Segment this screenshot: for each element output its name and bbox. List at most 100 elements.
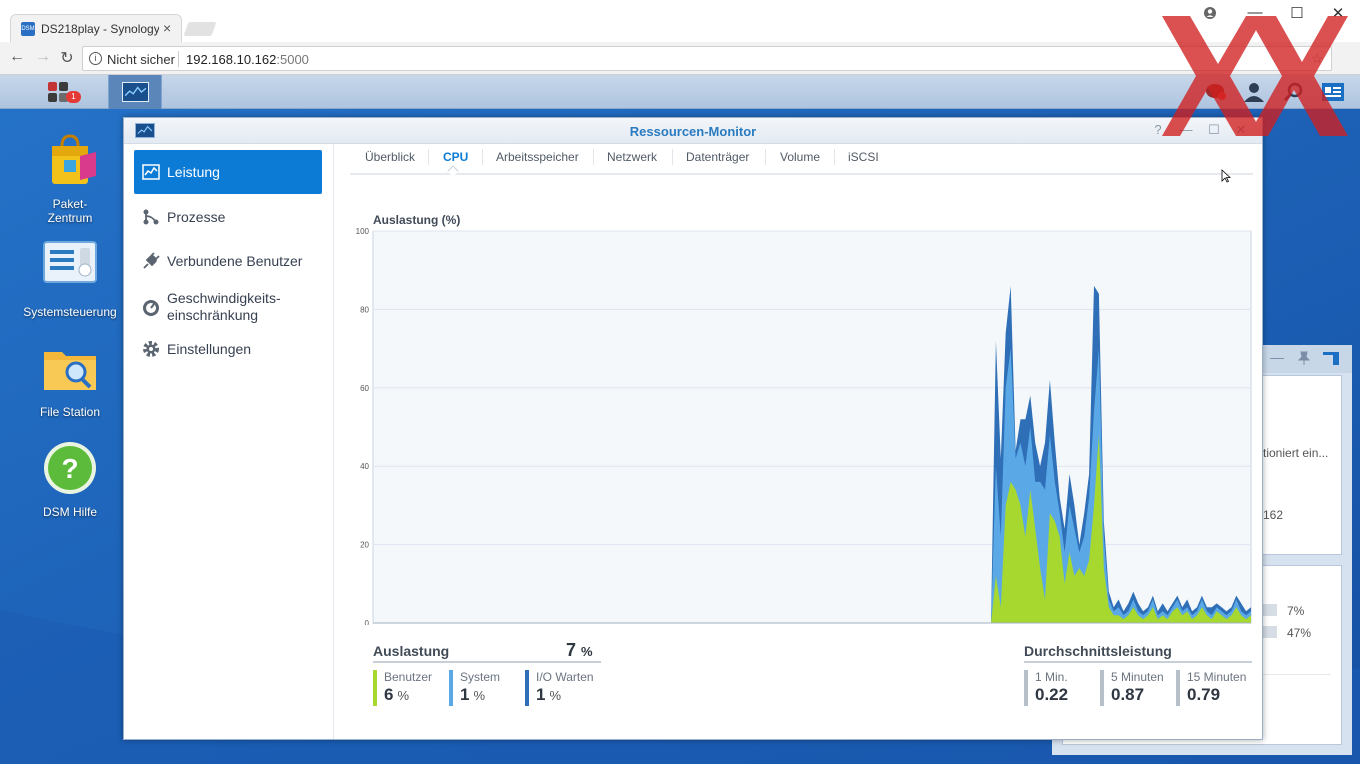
desktop-item-file-station[interactable]: File Station <box>20 340 120 419</box>
plug-icon <box>143 252 160 269</box>
window-titlebar[interactable]: Ressourcen-Monitor ? — ☐ ✕ <box>124 118 1262 144</box>
tab-divider <box>765 149 766 165</box>
forward-arrow-icon[interactable]: → <box>33 48 53 66</box>
load-5min-value: 0.87 <box>1111 685 1145 704</box>
tab-disks[interactable]: Datenträger <box>686 150 749 164</box>
url-port: :5000 <box>276 52 309 67</box>
desktop-label-package-center: Paket- Zentrum <box>47 197 93 225</box>
svg-text:?: ? <box>61 453 78 484</box>
resource-monitor-window: Ressourcen-Monitor ? — ☐ ✕ Leistung Proz… <box>123 117 1263 740</box>
usage-title: Auslastung <box>373 643 450 659</box>
sidebar-label-performance: Leistung <box>167 164 220 180</box>
active-tab-indicator <box>447 165 459 177</box>
chart-y-tick-label: 20 <box>360 541 369 550</box>
load-15min-label: 15 Minuten <box>1187 670 1247 684</box>
tab-bar: Überblick CPU Arbeitsspeicher Netzwerk D… <box>350 144 1253 177</box>
sidebar-item-settings[interactable]: Einstellungen <box>134 327 322 371</box>
tab-iscsi[interactable]: iSCSI <box>848 150 879 164</box>
widget-ram-value: 47% <box>1287 626 1312 640</box>
desktop-label-control-panel: Systemsteuerung <box>23 305 117 319</box>
sidebar-label-settings: Einstellungen <box>167 341 252 357</box>
metric-user-bar <box>373 670 377 706</box>
security-label: Nicht sicher <box>107 52 175 67</box>
metric-user-label: Benutzer <box>384 670 433 684</box>
reload-icon[interactable]: ↻ <box>57 48 77 68</box>
sidebar-item-speed-limit[interactable]: Geschwindigkeits- einschränkung <box>134 283 322 333</box>
widget-layout-icon[interactable] <box>1323 351 1339 365</box>
speed-limit-icon <box>143 300 159 316</box>
chart-y-tick-label: 100 <box>356 227 370 236</box>
usage-total: 7 % <box>566 640 593 661</box>
url-text: 192.168.10.162:5000 <box>186 52 309 67</box>
file-station-icon <box>44 352 96 390</box>
load-5min: 5 Minuten 0.87 <box>1100 670 1170 706</box>
info-icon[interactable]: i <box>89 52 102 65</box>
package-center-icon <box>52 134 96 184</box>
tab-cpu[interactable]: CPU <box>443 150 468 164</box>
performance-icon <box>142 164 160 180</box>
desktop-item-control-panel[interactable]: Systemsteuerung <box>20 240 120 319</box>
widget-cpu-bar <box>1263 604 1277 616</box>
url-host: 192.168.10.162 <box>186 52 277 67</box>
url-input[interactable]: i Nicht sicher 192.168.10.162:5000 ☆ <box>82 46 1332 71</box>
widget-mini-chart <box>1263 674 1331 734</box>
load-1min: 1 Min. 0.22 <box>1024 670 1094 706</box>
usage-total-unit: % <box>581 644 593 659</box>
browser-tab[interactable]: DSM DS218play - Synology DiskStation × <box>10 14 182 42</box>
notification-badge: 1 <box>66 91 81 103</box>
metric-system-value-row: 1% <box>460 685 485 705</box>
load-average-title: Durchschnittsleistung <box>1024 643 1172 659</box>
tab-divider <box>834 149 835 165</box>
sidebar-item-performance[interactable]: Leistung <box>134 150 322 194</box>
chart-plot-area <box>372 230 1252 624</box>
metric-system-label: System <box>460 670 501 684</box>
browser-tab-strip: DSM DS218play - Synology DiskStation × —… <box>0 0 1360 42</box>
tab-memory[interactable]: Arbeitsspeicher <box>496 150 579 164</box>
tab-divider <box>672 149 673 165</box>
gear-icon <box>143 341 159 357</box>
resource-monitor-icon <box>122 82 149 102</box>
tab-title: DS218play - Synology DiskStation <box>41 22 159 36</box>
chart-y-tick-label: 0 <box>365 619 370 625</box>
load-average-divider <box>1024 661 1252 663</box>
chart-y-tick-label: 60 <box>360 384 369 393</box>
load-1min-value: 0.22 <box>1035 685 1069 704</box>
tab-overview[interactable]: Überblick <box>365 150 415 164</box>
desktop-item-dsm-help[interactable]: ? DSM Hilfe <box>20 440 120 519</box>
load-1min-label: 1 Min. <box>1035 670 1068 684</box>
desktop-label-dsm-help: DSM Hilfe <box>42 505 97 519</box>
sidebar-label-connected-users: Verbundene Benutzer <box>167 253 303 269</box>
window-title: Ressourcen-Monitor <box>629 124 757 139</box>
dsm-taskbar: 1 <box>0 75 1360 109</box>
sidebar-item-connected-users[interactable]: Verbundene Benutzer <box>134 239 322 283</box>
desktop-item-package-center[interactable]: Paket- Zentrum <box>20 132 120 225</box>
sidebar-item-processes[interactable]: Prozesse <box>134 195 322 239</box>
xx-watermark-logo <box>1162 16 1348 136</box>
tab-divider <box>428 149 429 165</box>
metric-user: Benutzer 6% <box>373 670 443 706</box>
usage-divider <box>373 661 601 663</box>
metric-io-wait-label: I/O Warten <box>536 670 594 684</box>
widget-minimize-icon[interactable]: — <box>1270 349 1284 365</box>
pin-icon[interactable] <box>1297 351 1311 365</box>
widget-cpu-value: 7% <box>1287 604 1305 618</box>
control-panel-icon <box>43 241 97 283</box>
tab-network[interactable]: Netzwerk <box>607 150 657 164</box>
chart-y-tick-label: 40 <box>360 462 369 471</box>
metric-io-wait-unit: % <box>549 688 562 703</box>
dsm-favicon-icon: DSM <box>21 22 35 36</box>
back-arrow-icon[interactable]: ← <box>7 48 27 66</box>
cpu-usage-chart: 0 20 40 60 80 100 <box>356 227 1252 625</box>
sidebar-label-speed-limit: Geschwindigkeits- einschränkung <box>167 290 281 323</box>
chart-y-tick-label: 80 <box>360 305 369 314</box>
new-tab-button[interactable] <box>183 22 217 36</box>
load-1min-bar <box>1024 670 1028 706</box>
tab-close-icon[interactable]: × <box>163 20 171 36</box>
metric-system-bar <box>449 670 453 706</box>
metric-user-value-row: 6% <box>384 685 409 705</box>
load-15min-value: 0.79 <box>1187 685 1221 704</box>
desktop-label-file-station: File Station <box>39 405 101 419</box>
tab-divider <box>593 149 594 165</box>
taskbar-resource-monitor[interactable] <box>108 75 162 109</box>
tab-volume[interactable]: Volume <box>780 150 820 164</box>
